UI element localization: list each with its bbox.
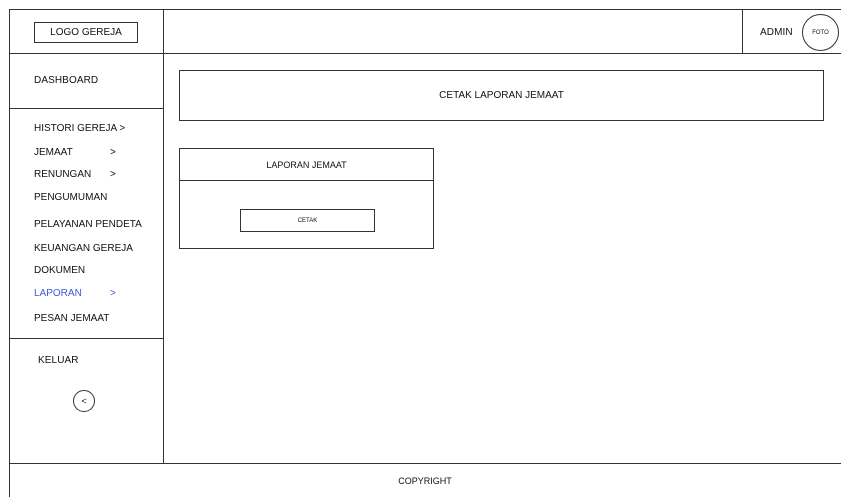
header-user-divider	[742, 9, 743, 53]
sidebar-item-label: PENGUMUMAN	[34, 192, 108, 203]
sidebar-item-label: PESAN JEMAAT	[34, 313, 110, 324]
sidebar-item-label: LAPORAN	[34, 288, 82, 299]
sidebar-item-dokumen[interactable]: DOKUMEN	[34, 265, 85, 276]
sidebar-menu-divider	[9, 338, 163, 339]
collapse-sidebar-button[interactable]: <	[73, 390, 95, 412]
church-logo[interactable]: LOGO GEREJA	[34, 22, 138, 43]
header-divider	[9, 53, 841, 54]
sidebar-item-label: PELAYANAN PENDETA	[34, 219, 142, 230]
admin-label[interactable]: ADMIN	[760, 27, 793, 38]
sidebar-item-dashboard[interactable]: DASHBOARD	[34, 75, 98, 86]
panel-title: LAPORAN JEMAAT	[180, 149, 433, 181]
avatar[interactable]: FOTO	[802, 14, 839, 51]
sidebar-item-label: JEMAAT	[34, 147, 73, 158]
page-title: CETAK LAPORAN JEMAAT	[179, 70, 824, 121]
sidebar-dashboard-divider	[9, 108, 163, 109]
sidebar-item-laporan[interactable]: LAPORAN >	[34, 288, 116, 299]
footer-copyright: COPYRIGHT	[398, 475, 452, 486]
sidebar-item-jemaat[interactable]: JEMAAT >	[34, 147, 116, 158]
sidebar-item-pelayanan-pendeta[interactable]: PELAYANAN PENDETA	[34, 219, 142, 230]
sidebar-item-keuangan-gereja[interactable]: KEUANGAN GEREJA	[34, 243, 133, 254]
chevron-left-icon: <	[81, 396, 87, 406]
chevron-right-icon: >	[110, 147, 116, 158]
sidebar-item-label: KEUANGAN GEREJA	[34, 243, 133, 254]
print-button[interactable]: CETAK	[240, 209, 375, 232]
report-panel: LAPORAN JEMAAT CETAK	[179, 148, 434, 249]
sidebar-item-pengumuman[interactable]: PENGUMUMAN	[34, 192, 107, 203]
sidebar-item-histori-gereja[interactable]: HISTORI GEREJA >	[34, 123, 125, 134]
sidebar-item-pesan-jemaat[interactable]: PESAN JEMAAT	[34, 313, 109, 324]
sidebar-item-renungan[interactable]: RENUNGAN >	[34, 169, 116, 180]
logout-button[interactable]: KELUAR	[38, 355, 79, 366]
sidebar-item-label: RENUNGAN	[34, 169, 92, 180]
sidebar-item-label: DOKUMEN	[34, 265, 86, 276]
sidebar-item-label: HISTORI GEREJA >	[34, 123, 126, 134]
sidebar-divider	[163, 9, 164, 464]
chevron-right-icon: >	[110, 288, 116, 299]
chevron-right-icon: >	[110, 169, 116, 180]
